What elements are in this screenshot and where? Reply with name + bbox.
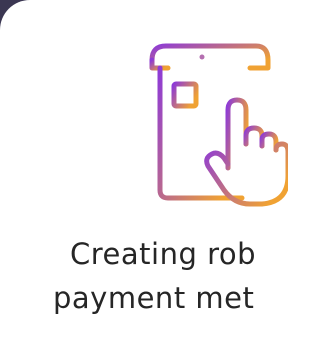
feature-caption: Creating rob payment met [0,232,320,320]
caption-line-1: Creating rob [70,237,257,271]
caption-line-2: payment met [53,281,255,315]
feature-card: Creating rob payment met [0,0,320,360]
document-click-icon [138,40,288,210]
